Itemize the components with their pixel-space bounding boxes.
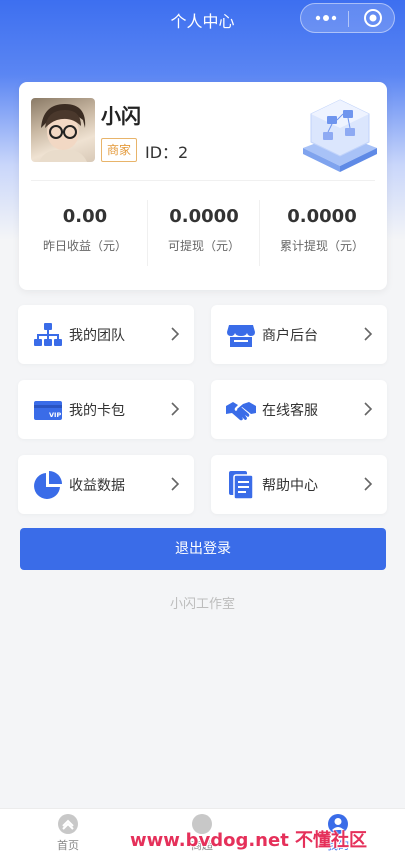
stat-divider bbox=[259, 200, 260, 266]
chevron-right-icon bbox=[364, 327, 373, 341]
stat-label: 昨日收益（元） bbox=[42, 239, 127, 253]
chevron-right-icon bbox=[364, 477, 373, 491]
menu-item-my-team[interactable]: 我的团队 bbox=[18, 305, 194, 364]
menu-item-card-wallet[interactable]: VIP 我的卡包 bbox=[18, 380, 194, 439]
avatar[interactable] bbox=[31, 98, 95, 162]
stat-withdrawable: 0.0000 可提现（元） bbox=[149, 206, 259, 254]
stat-label: 累计提现（元） bbox=[279, 239, 364, 253]
menu-item-online-service[interactable]: 在线客服 bbox=[211, 380, 387, 439]
vip-card-icon: VIP bbox=[34, 401, 62, 420]
svg-text:VIP: VIP bbox=[49, 411, 61, 419]
menu-item-earnings-data[interactable]: 收益数据 bbox=[18, 455, 194, 514]
stat-label: 可提现（元） bbox=[167, 239, 240, 253]
chevron-right-icon bbox=[171, 402, 180, 416]
profile-card: 小闪 商家 ID：2 0.00 昨日收益（元） 0.0000 可提现（元） 0.… bbox=[19, 82, 387, 290]
stat-yesterday-earnings: 0.00 昨日收益（元） bbox=[30, 206, 140, 254]
menu-item-help-center[interactable]: 帮助中心 bbox=[211, 455, 387, 514]
menu-label: 收益数据 bbox=[69, 478, 125, 494]
chevron-right-icon bbox=[364, 402, 373, 416]
tab-home[interactable]: 首页 bbox=[28, 813, 108, 853]
stat-value: 0.0000 bbox=[287, 206, 357, 227]
mini-program-capsule bbox=[300, 3, 395, 33]
menu-label: 帮助中心 bbox=[262, 478, 318, 494]
user-name: 小闪 bbox=[101, 104, 141, 128]
chevron-right-icon bbox=[171, 477, 180, 491]
profile-divider bbox=[31, 180, 375, 181]
menu-label: 在线客服 bbox=[262, 403, 318, 419]
capsule-divider bbox=[348, 11, 349, 27]
close-target-icon[interactable] bbox=[363, 8, 383, 28]
navigation-bar: 个人中心 bbox=[0, 0, 405, 36]
stat-value: 0.00 bbox=[62, 206, 108, 227]
home-icon bbox=[58, 814, 78, 834]
tab-label: 首页 bbox=[57, 839, 79, 852]
menu-label: 商户后台 bbox=[262, 328, 318, 344]
handshake-icon bbox=[226, 402, 256, 421]
stat-total-withdrawn: 0.0000 累计提现（元） bbox=[267, 206, 377, 254]
stat-divider bbox=[147, 200, 148, 266]
pie-chart-icon bbox=[34, 471, 62, 499]
menu-label: 我的团队 bbox=[69, 328, 125, 344]
more-dots-icon[interactable] bbox=[313, 9, 339, 27]
studio-footer-text: 小闪工作室 bbox=[169, 597, 235, 612]
logout-button[interactable]: 退出登录 bbox=[20, 528, 386, 570]
watermark-text: www.bvdog.net 不懂社区 bbox=[130, 830, 368, 851]
chevron-right-icon bbox=[171, 327, 180, 341]
merchant-badge: 商家 bbox=[101, 138, 138, 162]
data-cube-illustration-icon bbox=[303, 99, 377, 172]
document-icon bbox=[229, 471, 254, 500]
menu-label: 我的卡包 bbox=[69, 403, 125, 419]
menu-item-merchant-backend[interactable]: 商户后台 bbox=[211, 305, 387, 364]
user-id: ID：2 bbox=[145, 143, 189, 162]
shop-icon bbox=[227, 325, 255, 347]
stat-value: 0.0000 bbox=[169, 206, 239, 227]
team-org-icon bbox=[34, 323, 62, 346]
